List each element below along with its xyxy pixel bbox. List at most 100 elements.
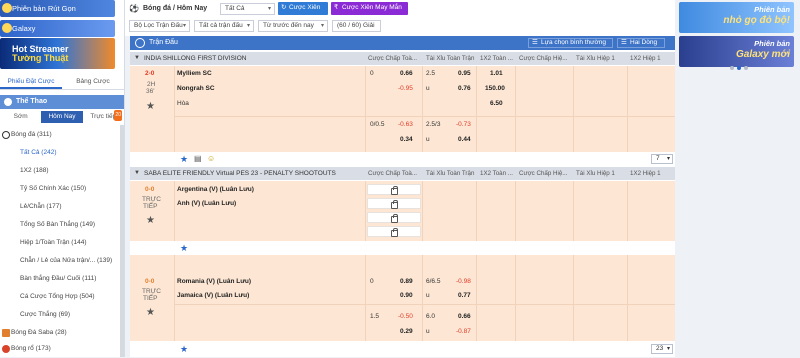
- carousel-dot[interactable]: [730, 66, 734, 70]
- market-time-tabs: Sớm Hôm Nay Trực tiếp 20: [0, 110, 124, 123]
- tab-bet-slip[interactable]: Phiếu Đặt Cược: [0, 74, 62, 89]
- lock-icon: [391, 228, 398, 237]
- tab-bet-list[interactable]: Bảng Cược: [62, 74, 124, 89]
- hot-streamer-promo[interactable]: Hot Streamer Tường Thuật: [0, 38, 115, 69]
- odds-value[interactable]: -0.95: [398, 84, 413, 94]
- galaxy-banner[interactable]: Galaxy: [0, 20, 115, 37]
- sidebar-scrollbar[interactable]: [120, 125, 124, 357]
- odds-value[interactable]: 0.29: [400, 327, 413, 337]
- odds-value[interactable]: -0.50: [398, 312, 413, 322]
- ad-column: Phiên bản nhỏ gọ đỏ bộ! Phiên bản Galaxy m…: [676, 0, 800, 75]
- favorite-star-icon[interactable]: ★: [146, 101, 155, 112]
- odds-value[interactable]: 1.01: [490, 69, 503, 79]
- live-label: TIẾP: [143, 295, 158, 302]
- chevron-down-icon: ▾: [182, 23, 186, 29]
- parlay-button[interactable]: ↻ Cược Xiên: [278, 2, 328, 15]
- lucky-icon: ₹: [334, 4, 339, 11]
- lock-icon: [391, 214, 398, 223]
- sports-header[interactable]: Thể Thao: [0, 95, 124, 109]
- row-mode-select[interactable]: ☰ Hai Dòng: [617, 38, 665, 48]
- time-range-dropdown[interactable]: Từ trước đến nay ▾: [258, 20, 328, 32]
- odds-grid: Trận Đấu ☰ Lựa chọn bình thường ☰ Hai Dòng…: [130, 36, 675, 357]
- odds-value[interactable]: 0.90: [400, 291, 413, 301]
- more-bets-button[interactable]: 7 ▾: [651, 154, 673, 164]
- compact-version-ad[interactable]: Phiên bản nhỏ gọ đỏ bộ!: [679, 2, 794, 33]
- collapse-icon: ▼: [134, 170, 140, 176]
- league-header[interactable]: ▼ INDIA SHILLONG FIRST DIVISION Cược Chấ…: [130, 52, 675, 65]
- betslip-tabs: Phiếu Đặt Cược Bảng Cược: [0, 74, 124, 90]
- planet-icon: [2, 23, 12, 33]
- odds-value[interactable]: 0.66: [400, 69, 413, 79]
- favorite-star-icon[interactable]: ★: [180, 243, 188, 254]
- galaxy-ad[interactable]: Phiên bản Galaxy mới: [679, 36, 794, 67]
- match-row: 0-0 TRỰC TIẾP ★ Argentina (V) (Luân Lưu)…: [130, 181, 675, 241]
- saba-soccer-icon: [2, 329, 10, 337]
- sidebar: Phiên bản Rút Gọn Galaxy Hot Streamer Tườ…: [0, 0, 125, 357]
- top-bar: ⚽ Bóng đá / Hôm Nay Tất Cả ▾ ↻ Cược Xiên ₹…: [125, 0, 675, 36]
- carousel-dot[interactable]: [737, 66, 741, 70]
- market-item-ht-ft[interactable]: Hiệp 1/Toàn Trận (144): [0, 234, 120, 252]
- odds-value[interactable]: -0.87: [456, 327, 471, 337]
- favorite-star-icon[interactable]: ★: [146, 215, 155, 226]
- carousel-dot[interactable]: [744, 66, 748, 70]
- odds-value[interactable]: 150.00: [485, 84, 505, 94]
- match-minute: 36': [146, 88, 155, 95]
- market-item-odd-even[interactable]: Lẻ/Chẵn (177): [0, 198, 120, 216]
- draw-label: Hòa: [177, 100, 189, 107]
- market-item-first-last-goal[interactable]: Bàn thắng Đầu/ Cuối (111): [0, 270, 120, 288]
- market-dropdown[interactable]: Tất Cả ▾: [220, 3, 275, 15]
- lock-icon: [391, 200, 398, 209]
- market-item-total-goals[interactable]: Tổng Số Bàn Thắng (149): [0, 216, 120, 234]
- tab-today[interactable]: Hôm Nay: [41, 111, 83, 123]
- ad-carousel-dots[interactable]: [730, 66, 750, 72]
- odds-value[interactable]: 0.76: [458, 84, 471, 94]
- odds-value[interactable]: 0.77: [458, 291, 471, 301]
- more-bets-button[interactable]: 23 ▾: [651, 344, 673, 354]
- lock-icon: [391, 186, 398, 195]
- odds-value[interactable]: 0.89: [400, 277, 413, 287]
- emoji-icon[interactable]: ☺: [207, 154, 215, 163]
- favorite-star-icon[interactable]: ★: [146, 307, 155, 318]
- soccer-ball-icon: ⚽: [129, 4, 139, 13]
- odds-value[interactable]: 6.50: [490, 99, 503, 109]
- sport-item-soccer[interactable]: Bóng đá (311): [0, 126, 120, 144]
- compact-version-banner[interactable]: Phiên bản Rút Gọn: [0, 0, 115, 17]
- sport-item-basketball[interactable]: Bóng rổ (173): [0, 340, 120, 358]
- list-icon: ☰: [621, 39, 627, 46]
- away-team: Nongrah SC: [177, 85, 215, 92]
- parlay-icon: ↻: [281, 4, 287, 11]
- view-mode-select[interactable]: ☰ Lựa chọn bình thường: [528, 38, 613, 48]
- market-item-mix-parlay[interactable]: Cá Cược Tổng Hợp (504): [0, 288, 120, 306]
- soccer-ball-icon: [2, 131, 10, 139]
- clock-icon: [135, 38, 145, 48]
- favorite-star-icon[interactable]: ★: [180, 154, 188, 165]
- odds-value[interactable]: 0.44: [458, 135, 471, 145]
- market-item-outright[interactable]: Cược Thắng (69): [0, 306, 120, 324]
- market-item-correct-score[interactable]: Tỷ Số Chính Xác (150): [0, 180, 120, 198]
- odds-value[interactable]: 0.95: [458, 69, 471, 79]
- odds-value[interactable]: -0.73: [456, 120, 471, 130]
- page-title: Bóng đá / Hôm Nay: [143, 5, 208, 12]
- market-item-1x2[interactable]: 1X2 (188): [0, 162, 120, 180]
- odds-value[interactable]: -0.98: [456, 277, 471, 287]
- match-footer: ★: [130, 242, 675, 254]
- market-item-all[interactable]: Tất Cả (242): [0, 144, 120, 162]
- all-matches-dropdown[interactable]: Tất cả trận đấu ▾: [194, 20, 254, 32]
- home-team: Mylliem SC: [177, 70, 212, 77]
- favorite-star-icon[interactable]: ★: [180, 344, 188, 355]
- home-team: Argentina (V) (Luân Lưu): [177, 186, 254, 193]
- lucky-parlay-button[interactable]: ₹ Cược Xiên May Mắn: [331, 2, 408, 15]
- market-item-half-odd-even[interactable]: Chẵn / Lẻ của Nửa trận/... (139): [0, 252, 120, 270]
- list-icon: ☰: [532, 39, 538, 46]
- league-count-button[interactable]: (60 / 60) Giải: [332, 20, 381, 32]
- odds-value[interactable]: -0.63: [398, 120, 413, 130]
- chevron-down-icon: ▾: [320, 23, 324, 29]
- chevron-down-icon: ▾: [246, 23, 250, 29]
- league-header[interactable]: ▼ SABA ELITE FRIENDLY Virtual PES 23 - P…: [130, 167, 675, 180]
- stats-icon[interactable]: ▤: [194, 154, 202, 163]
- odds-value[interactable]: 0.34: [400, 135, 413, 145]
- match-filter-dropdown[interactable]: Bộ Lọc Trận Đấu ▾: [129, 20, 190, 32]
- tab-early[interactable]: Sớm: [0, 111, 41, 123]
- odds-value[interactable]: 0.66: [458, 312, 471, 322]
- tab-live[interactable]: Trực tiếp 20: [83, 110, 124, 123]
